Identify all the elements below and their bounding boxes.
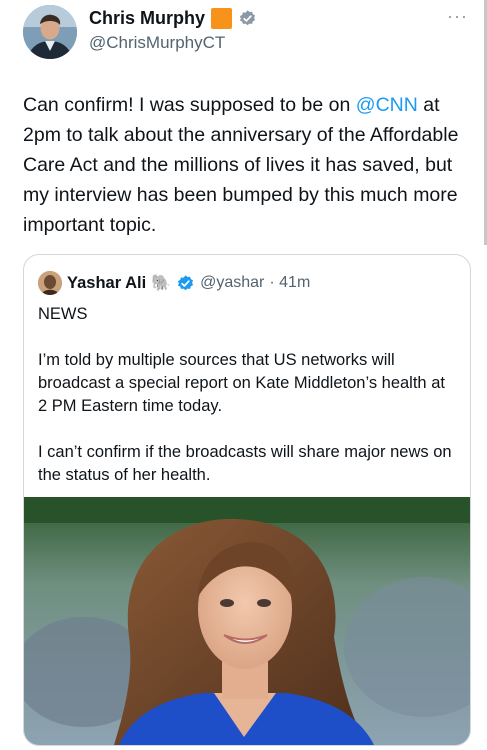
elephant-emoji-icon: 🐘 (151, 275, 172, 292)
affiliate-badge-icon (211, 8, 233, 29)
author-name-row: Chris Murphy (89, 8, 257, 29)
quoted-photo-image (24, 497, 470, 745)
tweet-text: Can confirm! I was supposed to be on @CN… (23, 90, 473, 240)
verified-badge-icon (239, 10, 256, 26)
author-avatar[interactable] (23, 5, 77, 59)
author-avatar-image (23, 5, 77, 59)
quoted-media-photo[interactable] (24, 497, 470, 745)
quoted-display-name[interactable]: Yashar Ali (67, 274, 146, 293)
quoted-tweet-header: Yashar Ali 🐘 @yashar · 41m (38, 271, 310, 295)
quoted-avatar-image (38, 271, 62, 295)
quoted-verified-badge-icon (178, 274, 194, 290)
quoted-handle[interactable]: @yashar (200, 274, 264, 292)
quoted-timestamp[interactable]: · 41m (269, 274, 310, 292)
quoted-avatar[interactable] (38, 271, 62, 295)
author-display-name[interactable]: Chris Murphy (89, 8, 205, 29)
tweet: Chris Murphy @ChrisMurphyCT ··· Can conf… (0, 0, 487, 750)
more-options-icon[interactable]: ··· (447, 6, 468, 27)
mention-link[interactable]: @CNN (356, 94, 418, 116)
tweet-text-start: Can confirm! I was supposed to be on (23, 94, 356, 116)
quoted-tweet-text: NEWS I’m told by multiple sources that U… (38, 305, 452, 484)
quoted-tweet[interactable]: Yashar Ali 🐘 @yashar · 41m NEWS I’m told… (23, 254, 471, 746)
author-handle[interactable]: @ChrisMurphyCT (89, 33, 225, 53)
